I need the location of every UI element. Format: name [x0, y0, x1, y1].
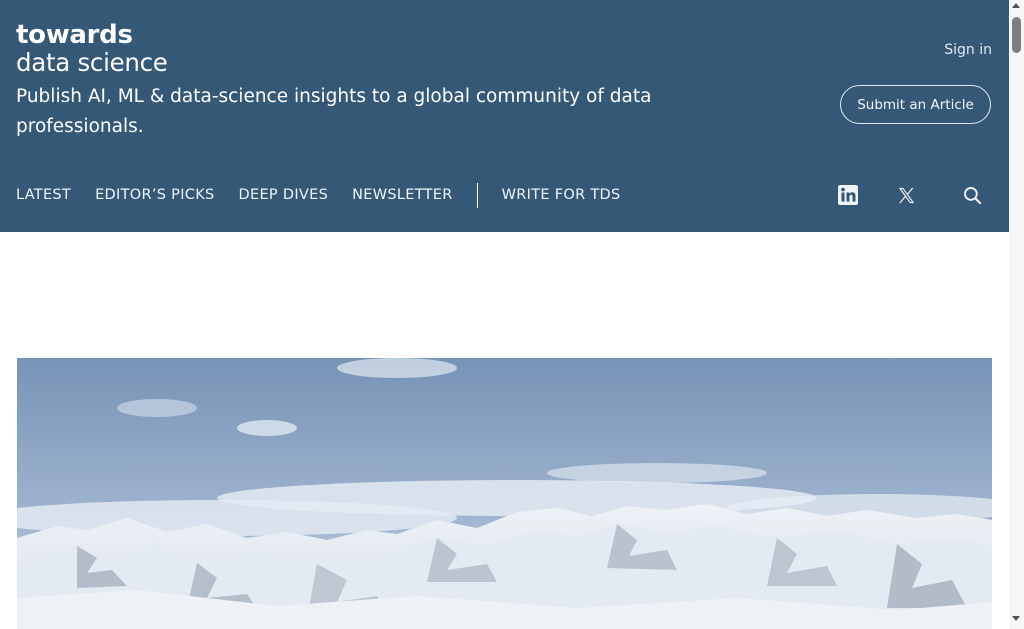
nav-item-editors-picks[interactable]: EDITOR’S PICKS	[95, 187, 214, 203]
hero-image	[17, 358, 992, 629]
site-logo[interactable]: towards data science	[16, 20, 168, 76]
logo-line-towards: towards	[16, 20, 133, 50]
vertical-scrollbar[interactable]	[1009, 0, 1024, 629]
site-header: towards data science Publish AI, ML & da…	[0, 0, 1009, 232]
nav-item-latest[interactable]: LATEST	[16, 187, 71, 203]
main-nav: LATEST EDITOR’S PICKS DEEP DIVES NEWSLET…	[16, 182, 645, 208]
linkedin-icon[interactable]	[838, 185, 858, 205]
nav-item-deep-dives[interactable]: DEEP DIVES	[239, 187, 329, 203]
logo-line-data-science: data science	[16, 48, 168, 77]
x-twitter-icon[interactable]	[896, 185, 916, 205]
site-tagline: Publish AI, ML & data-science insights t…	[16, 86, 652, 137]
scrollbar-thumb[interactable]	[1012, 17, 1021, 53]
scroll-down-icon[interactable]	[1012, 616, 1020, 621]
scroll-up-icon[interactable]	[1012, 3, 1020, 8]
search-icon[interactable]	[962, 185, 982, 205]
nav-item-newsletter[interactable]: NEWSLETTER	[352, 187, 453, 203]
nav-divider	[476, 182, 478, 208]
sign-in-link[interactable]: Sign in	[944, 42, 992, 58]
submit-article-button[interactable]: Submit an Article	[840, 85, 991, 124]
nav-item-write-for-tds[interactable]: WRITE FOR TDS	[502, 187, 621, 203]
